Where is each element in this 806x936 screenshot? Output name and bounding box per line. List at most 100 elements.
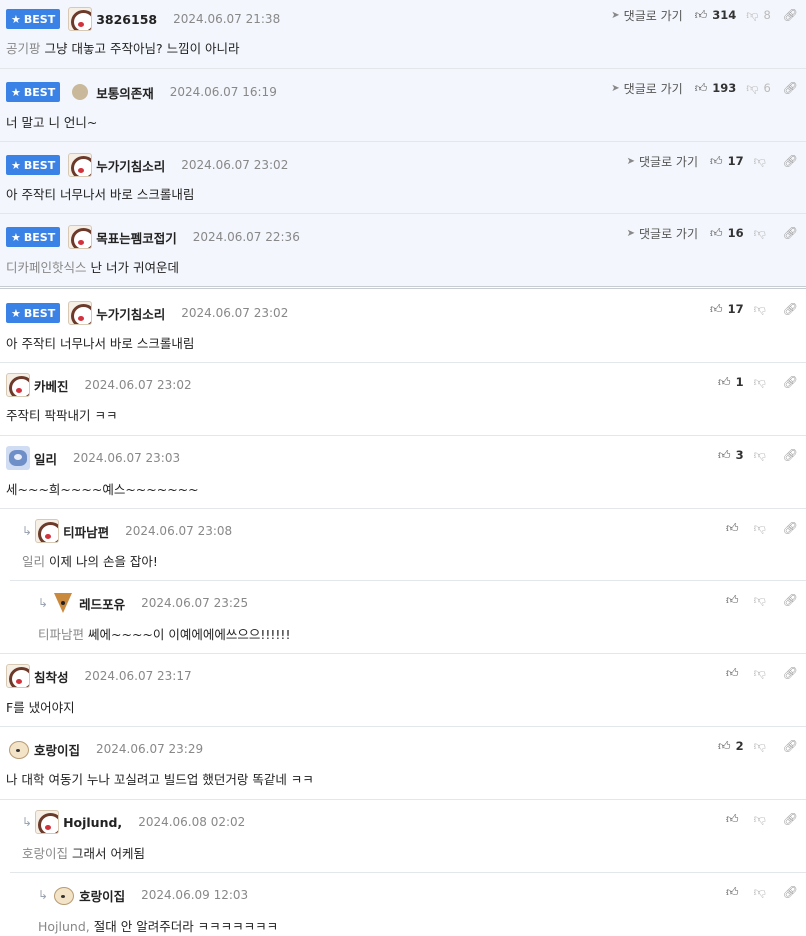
nickname[interactable]: 카베진: [34, 376, 69, 395]
link-icon[interactable]: 🔗︎: [783, 302, 798, 316]
nickname[interactable]: 호랑이집: [79, 886, 125, 905]
thumb-up-icon: 👍︎: [718, 374, 731, 389]
avatar[interactable]: [6, 737, 30, 761]
avatar[interactable]: [6, 373, 30, 397]
avatar[interactable]: [35, 519, 60, 543]
dislike-button[interactable]: 👎︎: [754, 593, 771, 608]
nickname[interactable]: Hojlund,: [63, 815, 122, 830]
reply-to-nick[interactable]: 디카페인핫식스: [6, 260, 87, 275]
comment-item: ★ BEST 누가기침소리 2024.06.07 23:02 👍︎ 17 👎︎ 🔗︎…: [0, 290, 806, 363]
reply-to-nick[interactable]: 티파남편: [38, 627, 84, 642]
reply-item: ↳ 호랑이집 2024.06.09 12:03 👍︎ 👎︎ 🔗︎ Hojlund…: [0, 873, 806, 936]
star-icon: ★: [11, 85, 21, 99]
avatar[interactable]: [6, 446, 30, 470]
dislike-button[interactable]: 👎︎ 8: [746, 8, 771, 23]
like-button[interactable]: 👍︎: [726, 521, 744, 536]
comment-body: 디카페인핫식스 난 너가 귀여운데: [6, 257, 179, 276]
link-icon[interactable]: 🔗︎: [783, 885, 798, 899]
link-icon[interactable]: 🔗︎: [783, 739, 798, 753]
avatar[interactable]: [51, 883, 76, 907]
thumb-up-icon: 👍︎: [718, 738, 731, 753]
like-button[interactable]: 👍︎: [726, 666, 744, 681]
nickname[interactable]: 목표는펨코접기: [96, 228, 177, 247]
dislike-button[interactable]: 👎︎: [754, 448, 771, 463]
nickname[interactable]: 티파남편: [63, 522, 109, 541]
comment-body: 세~~~희~~~~예스~~~~~~~: [6, 479, 199, 498]
avatar[interactable]: [68, 225, 93, 249]
nickname[interactable]: 보통의존재: [96, 83, 154, 102]
link-icon[interactable]: 🔗︎: [783, 666, 798, 680]
avatar[interactable]: [6, 664, 30, 688]
goto-comment-link[interactable]: ➤ 댓글로 가기: [611, 7, 682, 24]
like-button[interactable]: 👍︎: [726, 812, 744, 827]
avatar[interactable]: [51, 591, 76, 615]
dislike-button[interactable]: 👎︎: [754, 521, 771, 536]
comment-body: 일리 이제 나의 손을 잡아!: [22, 551, 158, 570]
dislike-button[interactable]: 👎︎: [754, 154, 771, 169]
link-icon[interactable]: 🔗︎: [783, 226, 798, 240]
comment-date: 2024.06.07 23:08: [125, 524, 233, 538]
like-button[interactable]: 👍︎: [726, 885, 744, 900]
dislike-count: 8: [763, 8, 771, 22]
avatar[interactable]: [68, 301, 93, 325]
nickname[interactable]: 레드포유: [79, 594, 125, 613]
reply-to-nick[interactable]: 일리: [22, 554, 45, 569]
reply-arrow-icon: ↳: [38, 596, 49, 610]
best-badge: ★ BEST: [6, 9, 61, 29]
link-icon[interactable]: 🔗︎: [783, 375, 798, 389]
like-button[interactable]: 👍︎ 314: [695, 8, 737, 23]
nickname[interactable]: 침착성: [34, 667, 69, 686]
link-icon[interactable]: 🔗︎: [783, 521, 798, 535]
comment-text: 세~~~희~~~~예스~~~~~~~: [6, 482, 199, 497]
nickname[interactable]: 호랑이집: [34, 740, 80, 759]
avatar[interactable]: [68, 7, 93, 31]
dislike-button[interactable]: 👎︎: [754, 302, 771, 317]
avatar[interactable]: [72, 84, 89, 100]
goto-comment-link[interactable]: ➤ 댓글로 가기: [627, 153, 698, 170]
avatar[interactable]: [68, 153, 93, 177]
send-icon: ➤: [611, 9, 620, 21]
like-button[interactable]: 👍︎: [726, 593, 744, 608]
comment-body: 아 주작티 너무나서 바로 스크롤내림: [6, 184, 194, 203]
thumb-down-icon: 👎︎: [746, 7, 759, 22]
reply-to-nick[interactable]: 공기팡: [6, 41, 41, 56]
like-button[interactable]: 👍︎ 2: [718, 739, 744, 754]
like-button[interactable]: 👍︎ 193: [695, 81, 737, 96]
like-button[interactable]: 👍︎ 17: [710, 302, 744, 317]
comment-body: Hojlund, 절대 안 알려주더라 ㅋㅋㅋㅋㅋㅋㅋ: [38, 916, 278, 935]
dislike-button[interactable]: 👎︎: [754, 375, 771, 390]
like-button[interactable]: 👍︎ 1: [718, 375, 744, 390]
avatar[interactable]: [35, 810, 60, 834]
reply-to-nick[interactable]: 호랑이집: [22, 846, 68, 861]
link-icon[interactable]: 🔗︎: [783, 154, 798, 168]
nickname[interactable]: 3826158: [96, 12, 157, 27]
nickname[interactable]: 누가기침소리: [96, 304, 165, 323]
like-button[interactable]: 👍︎ 17: [710, 154, 744, 169]
dislike-button[interactable]: 👎︎: [754, 885, 771, 900]
comment-body: 나 대학 여동기 누나 꼬실려고 빌드업 했던거랑 똑같네 ㅋㅋ: [6, 769, 314, 788]
nickname[interactable]: 일리: [34, 449, 57, 468]
link-icon[interactable]: 🔗︎: [783, 812, 798, 826]
dislike-button[interactable]: 👎︎: [754, 226, 771, 241]
thumb-up-icon: 👍︎: [726, 811, 739, 826]
reply-to-nick[interactable]: Hojlund,: [38, 919, 90, 934]
comment-text: 절대 안 알려주더라 ㅋㅋㅋㅋㅋㅋㅋ: [93, 919, 279, 934]
comment-date: 2024.06.07 23:02: [181, 306, 289, 320]
like-button[interactable]: 👍︎ 16: [710, 226, 744, 241]
nickname[interactable]: 누가기침소리: [96, 156, 165, 175]
link-icon[interactable]: 🔗︎: [783, 593, 798, 607]
goto-comment-label: 댓글로 가기: [623, 81, 683, 96]
thumb-down-icon: 👎︎: [753, 153, 766, 168]
link-icon[interactable]: 🔗︎: [783, 448, 798, 462]
goto-comment-link[interactable]: ➤ 댓글로 가기: [627, 225, 698, 242]
best-label: BEST: [23, 85, 56, 99]
dislike-button[interactable]: 👎︎: [754, 812, 771, 827]
goto-comment-link[interactable]: ➤ 댓글로 가기: [611, 80, 682, 97]
link-icon[interactable]: 🔗︎: [783, 8, 798, 22]
like-button[interactable]: 👍︎ 3: [718, 448, 744, 463]
link-icon[interactable]: 🔗︎: [783, 81, 798, 95]
dislike-button[interactable]: 👎︎ 6: [746, 81, 771, 96]
dislike-button[interactable]: 👎︎: [754, 739, 771, 754]
dislike-button[interactable]: 👎︎: [754, 666, 771, 681]
like-count: 314: [712, 8, 737, 22]
